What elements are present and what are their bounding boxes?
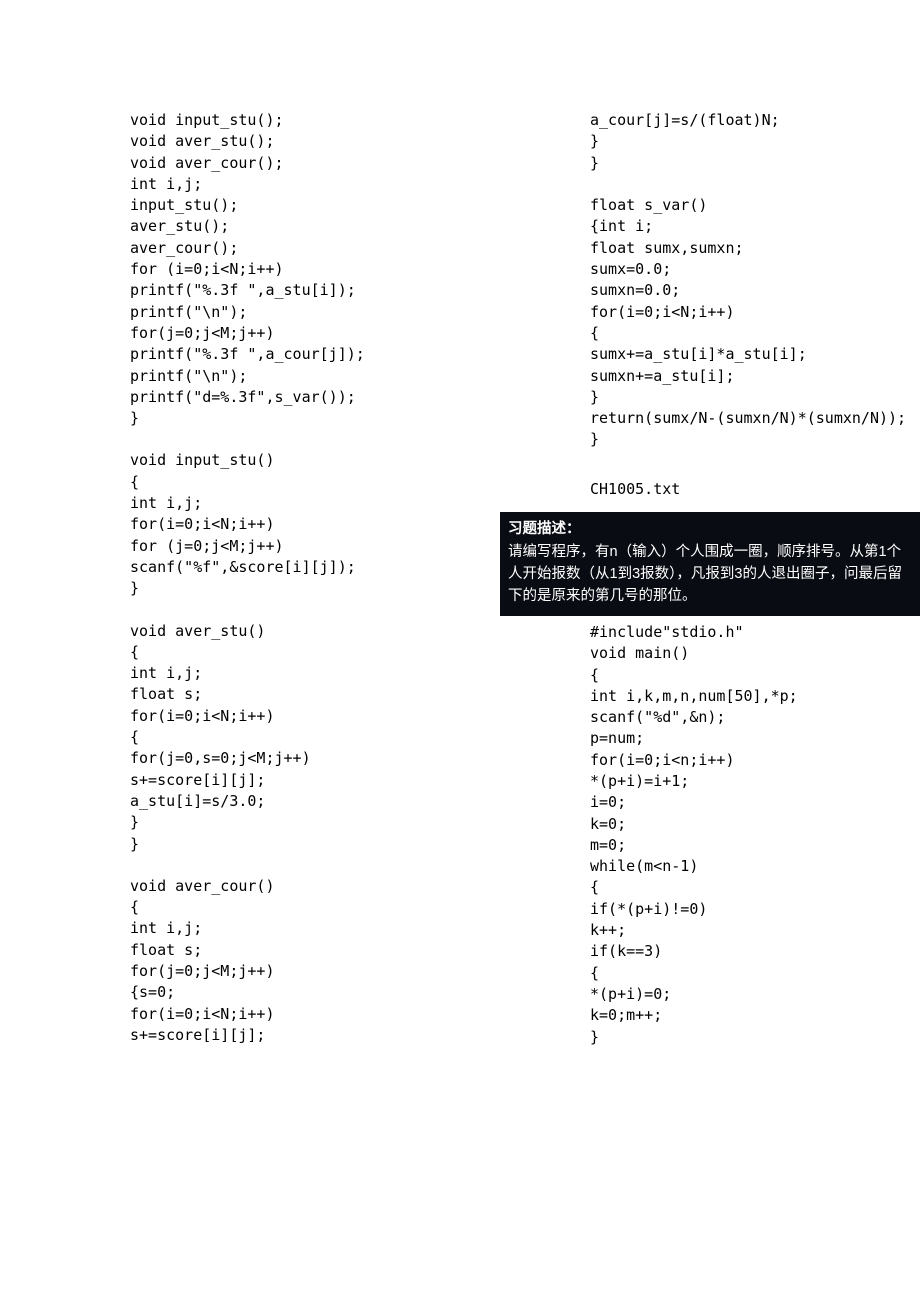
code-left-block4: void aver_cour() { int i,j; float s; for… bbox=[130, 855, 490, 1046]
filename-label: CH1005.txt bbox=[500, 451, 920, 512]
left-column: void input_stu(); void aver_stu(); void … bbox=[0, 110, 500, 1048]
right-column: a_cour[j]=s/(float)N; } } float s_var() … bbox=[500, 110, 920, 1048]
code-left-block1: void input_stu(); void aver_stu(); void … bbox=[130, 110, 490, 429]
code-right-lower: #include"stdio.h" void main() { int i,k,… bbox=[500, 616, 920, 1048]
problem-description-box: 习题描述： 请编写程序，有n（输入）个人围成一圈，顺序排号。从第1个人开始报数（… bbox=[500, 512, 920, 616]
code-right-upper: a_cour[j]=s/(float)N; } } float s_var() … bbox=[500, 110, 920, 451]
code-left-block2: void input_stu() { int i,j; for(i=0;i<N;… bbox=[130, 429, 490, 599]
code-left-block3: void aver_stu() { int i,j; float s; for(… bbox=[130, 600, 490, 855]
problem-body: 请编写程序，有n（输入）个人围成一圈，顺序排号。从第1个人开始报数（从1到3报数… bbox=[508, 541, 912, 608]
problem-title: 习题描述： bbox=[508, 518, 912, 540]
document-page: void input_stu(); void aver_stu(); void … bbox=[0, 0, 920, 1048]
